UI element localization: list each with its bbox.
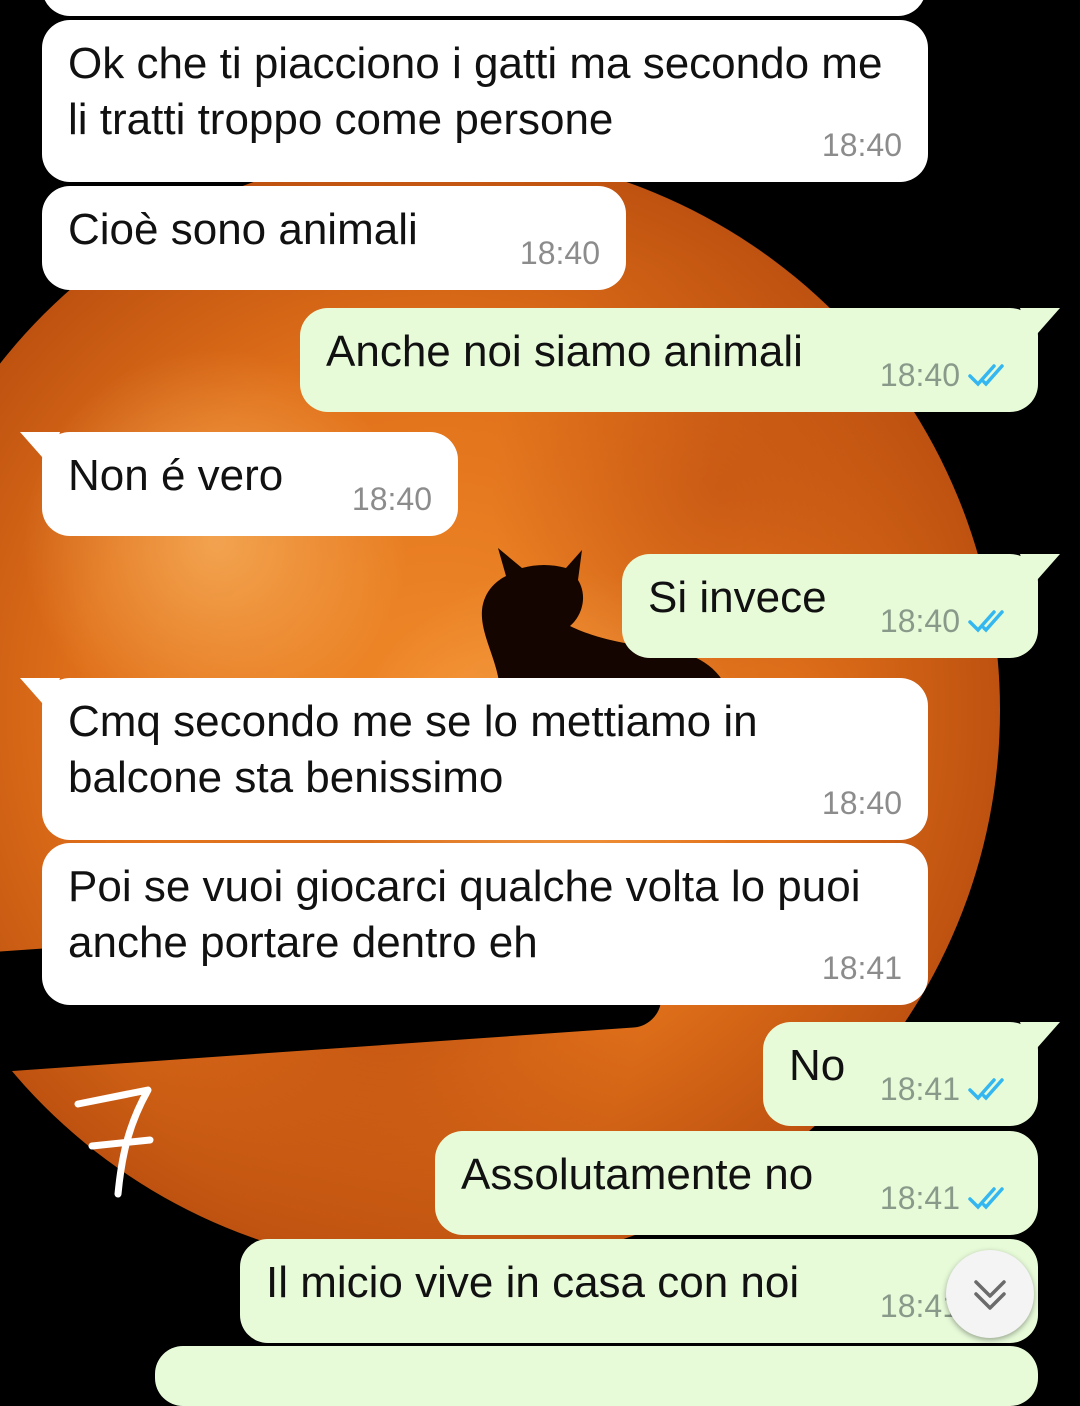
- double-chevron-down-icon: [974, 1280, 1006, 1310]
- bubble-tail: [20, 432, 60, 466]
- message-meta: 18:41: [822, 951, 902, 985]
- message-meta: 18:40: [520, 236, 600, 270]
- message-meta: 18:41: [880, 1181, 1012, 1215]
- message-bubble-outgoing[interactable]: No 18:41: [763, 1022, 1060, 1126]
- message-meta: 18:40: [822, 128, 902, 162]
- message-time: 18:40: [351, 481, 432, 517]
- message-bubble-incoming[interactable]: Cmq secondo me se lo mettiamo in balcone…: [20, 678, 928, 840]
- message-time: 18:40: [879, 603, 960, 639]
- bubble-tail: [20, 678, 60, 712]
- message-bubble-partial[interactable]: [42, 0, 926, 16]
- message-time: 18:41: [821, 950, 902, 986]
- message-bubble-incoming[interactable]: Non é vero 18:40: [20, 432, 458, 536]
- message-time: 18:40: [821, 127, 902, 163]
- message-bubble-outgoing[interactable]: Anche noi siamo animali 18:40: [300, 308, 1060, 412]
- message-meta: 18:41: [880, 1072, 1012, 1106]
- bubble-tail: [1020, 308, 1060, 342]
- scroll-to-bottom-button[interactable]: [946, 1250, 1034, 1338]
- double-check-icon: [968, 1187, 1004, 1210]
- message-meta: 18:40: [352, 482, 432, 516]
- message-text: Ok che ti piacciono i gatti ma secondo m…: [68, 39, 883, 144]
- message-bubble-outgoing[interactable]: Il micio vive in casa con noi 18:41: [240, 1239, 1038, 1343]
- double-check-icon: [968, 364, 1004, 387]
- message-bubble-incoming[interactable]: Ok che ti piacciono i gatti ma secondo m…: [42, 20, 928, 182]
- message-meta: 18:40: [822, 786, 902, 820]
- message-bubble-incoming[interactable]: Cioè sono animali 18:40: [42, 186, 626, 290]
- message-time: 18:40: [519, 235, 600, 271]
- message-text: Il micio vive in casa con noi: [266, 1258, 800, 1307]
- bubble-tail: [1020, 554, 1060, 588]
- message-text: Cmq secondo me se lo mettiamo in balcone…: [68, 697, 758, 802]
- message-text: No: [789, 1041, 846, 1090]
- message-time: 18:41: [879, 1071, 960, 1107]
- message-meta: 18:40: [880, 604, 1012, 638]
- message-time: 18:40: [879, 357, 960, 393]
- bubble-tail: [1020, 1022, 1060, 1056]
- message-text: Poi se vuoi giocarci qualche volta lo pu…: [68, 862, 861, 967]
- message-bubble-incoming[interactable]: Poi se vuoi giocarci qualche volta lo pu…: [42, 843, 928, 1005]
- message-time: 18:40: [821, 785, 902, 821]
- message-bubble-outgoing[interactable]: Assolutamente no 18:41: [435, 1131, 1038, 1235]
- message-meta: 18:40: [880, 358, 1012, 392]
- message-text: Assolutamente no: [461, 1150, 814, 1199]
- message-text: Anche noi siamo animali: [326, 327, 803, 376]
- double-check-icon: [968, 1078, 1004, 1101]
- message-bubble-partial[interactable]: [155, 1346, 1038, 1406]
- message-text: Non é vero: [68, 451, 284, 500]
- message-text: Cioè sono animali: [68, 205, 418, 254]
- message-time: 18:41: [879, 1180, 960, 1216]
- message-text: Si invece: [648, 573, 827, 622]
- message-bubble-outgoing[interactable]: Si invece 18:40: [622, 554, 1060, 658]
- handwritten-seven: [74, 1086, 154, 1198]
- double-check-icon: [968, 610, 1004, 633]
